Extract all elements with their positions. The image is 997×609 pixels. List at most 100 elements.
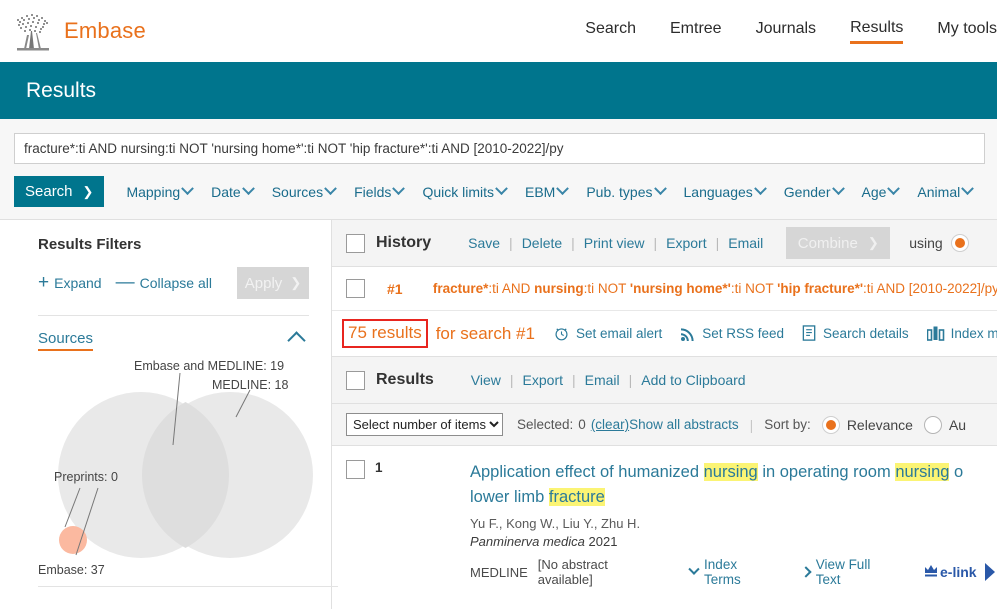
nav-item-my-tools[interactable]: My tools [937,20,997,42]
highlighted-term: nursing [895,463,950,481]
chevron-down-icon [324,182,337,196]
number-of-items-select[interactable]: Select number of items [346,413,503,436]
expand-filters-link[interactable]: + Expand [38,273,102,292]
nav-item-search[interactable]: Search [585,20,636,42]
facet-label: Animal [917,183,961,200]
query-term: 'hip fracture*' [777,281,864,296]
nav-item-results[interactable]: Results [850,19,904,44]
title-line-2: lower limb fracture [470,485,997,510]
history-export-link[interactable]: Export [657,235,715,251]
using-label: using [909,235,943,251]
facet-pub-types[interactable]: Pub. types [586,182,667,200]
index-terms-toggle[interactable]: Index Terms [688,557,776,587]
query-term: fracture* [432,281,489,296]
facet-sources[interactable]: Sources [271,182,337,200]
sources-section-header[interactable]: Sources [38,330,309,351]
apply-label: Apply [244,274,283,292]
facet-mapping[interactable]: Mapping [126,182,195,200]
results-count[interactable]: 75 results [348,323,422,342]
sort-author-radio[interactable] [923,415,942,434]
brand-logo[interactable]: Embase [14,11,146,51]
history-save-link[interactable]: Save [459,235,509,251]
sort-relevance-radio[interactable] [821,415,840,434]
facet-age[interactable]: Age [861,182,901,200]
facet-label: Age [861,183,887,200]
search-button[interactable]: Search ❯ [14,176,105,207]
nav-item-journals[interactable]: Journals [756,20,816,42]
collapse-all-link[interactable]: — Collapse all [115,272,212,293]
combine-label: Combine [797,234,858,252]
view-full-text-link[interactable]: View Full Text [800,557,897,587]
results-email-link[interactable]: Email [576,372,629,388]
sort-by-label: Sort by: [764,417,811,432]
facet-dropdowns: Mapping Date Sources Fields Quick limits… [126,182,975,200]
sort-option-relevance[interactable]: Relevance [821,415,913,434]
history-select-all-checkbox[interactable] [346,233,365,253]
separator: | [749,416,754,433]
result-item-abstract-note: [No abstract available] [537,557,608,587]
facet-label: Sources [271,183,324,200]
venn-label-embase-medline: Embase and MEDLINE: 19 [134,359,285,373]
show-all-abstracts-link[interactable]: Show all abstracts [629,417,739,432]
results-title: Results [376,371,434,388]
sources-label: Sources [38,330,94,351]
history-row-checkbox[interactable] [346,279,365,298]
search-details-button[interactable]: Search details [802,325,909,342]
facet-gender[interactable]: Gender [784,182,845,200]
chevron-down-icon [688,563,700,575]
history-title: History [376,234,432,251]
alarm-clock-icon [555,328,568,341]
minus-icon: — [115,272,135,293]
query-text: :ti NOT [730,281,778,296]
results-filters-title: Results Filters [38,236,142,253]
elink-button[interactable]: e-link [923,561,997,583]
combine-using-radio[interactable] [950,234,969,252]
venn-label-embase: Embase: 37 [38,563,105,577]
history-email-link[interactable]: Email [719,235,772,251]
results-column: History Save | Delete | Print view | Export… [332,219,997,609]
results-select-all-checkbox[interactable] [346,370,365,390]
result-item-checkbox[interactable] [346,460,365,479]
results-count-row: 75 results for search #1 Set email alert [332,311,997,357]
facet-label: EBM [525,183,556,200]
sort-option-author[interactable]: Au [923,415,967,434]
query-area [0,119,997,164]
highlighted-term: fracture [548,488,605,506]
query-term: 'nursing home*' [629,281,731,296]
brand-name: Embase [64,18,146,43]
set-email-alert-button[interactable]: Set email alert [553,325,662,342]
index-mining-button[interactable]: Index m [926,326,997,341]
chevron-down-icon [556,182,570,196]
facet-date[interactable]: Date [211,182,255,200]
query-text: :ti NOT [583,281,630,296]
result-item-title[interactable]: Application effect of humanized nursing … [470,460,997,510]
chevron-right-icon: ❯ [290,275,302,290]
results-export-link[interactable]: Export [514,372,572,388]
chevron-up-icon[interactable] [287,331,306,350]
history-row-id[interactable]: #1 [387,281,433,297]
bar-chart-icon [926,326,944,341]
history-print-view-link[interactable]: Print view [575,235,654,251]
facet-quick-limits[interactable]: Quick limits [422,182,508,200]
clear-selection-link[interactable]: (clear) [591,417,629,432]
results-add-to-clipboard-link[interactable]: Add to Clipboard [632,372,754,388]
facet-label: Quick limits [422,183,494,200]
history-row-query[interactable]: fracture*:ti AND nursing:ti NOT 'nursing… [433,281,997,296]
facet-fields[interactable]: Fields [354,182,406,200]
journal-name: Panminerva medica [470,534,585,549]
results-view-link[interactable]: View [462,372,510,388]
history-delete-link[interactable]: Delete [513,235,571,251]
result-item-source: MEDLINE [470,564,528,580]
facet-ebm[interactable]: EBM [525,182,570,200]
search-query-input[interactable] [14,133,985,164]
combine-button[interactable]: Combine ❯ [786,227,891,259]
facet-languages[interactable]: Languages [684,182,767,200]
facet-animal[interactable]: Animal [917,182,975,200]
apply-filters-button[interactable]: Apply ❯ [237,267,309,299]
nav-item-emtree[interactable]: Emtree [670,20,722,42]
chevron-right-icon: ❯ [867,235,879,250]
sort-author-label: Au [948,416,967,433]
set-rss-feed-button[interactable]: Set RSS feed [680,326,784,342]
results-toolbar: Results View | Export | Email | Add to Clip… [332,357,997,404]
view-full-text-label: View Full Text [815,557,871,587]
